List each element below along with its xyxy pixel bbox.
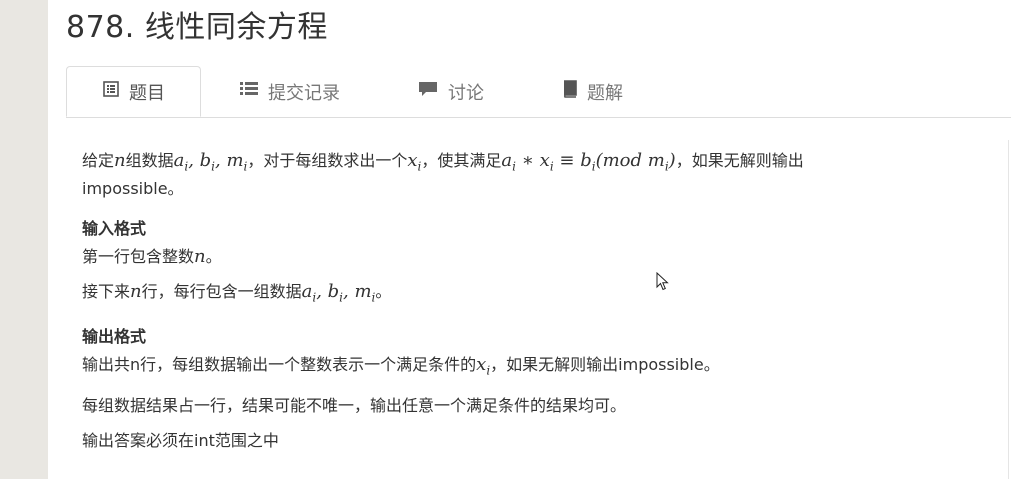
math-abm: ai, bi, mi xyxy=(173,150,248,174)
mouse-cursor-icon xyxy=(656,271,670,296)
math-xi: xi xyxy=(476,354,491,378)
input-heading: 输入格式 xyxy=(82,218,147,238)
intro-text: ，如果无解则输出 xyxy=(675,151,804,170)
math-n: n xyxy=(194,245,206,267)
problem-tabs: 题目 提交记录 讨论 题解 xyxy=(66,66,1011,118)
input-line-2: 接下来n行，每行包含一组数据ai, bi, mi。 xyxy=(82,281,972,309)
input-text: 。 xyxy=(375,281,392,301)
output-line-2: 每组数据结果占一行，结果可能不唯一，输出任意一个满足条件的结果均可。 xyxy=(82,395,627,415)
math-n: n xyxy=(114,150,126,171)
intro-text: ，对于每组数求出一个 xyxy=(247,151,408,170)
intro-text: 组数据 xyxy=(125,151,174,170)
output-text: ，如果无解则输出impossible。 xyxy=(490,355,720,375)
comment-icon xyxy=(418,81,438,102)
book-icon xyxy=(561,80,577,103)
input-text: 接下来 xyxy=(82,281,131,301)
math-n: n xyxy=(130,280,142,302)
list-alt-icon xyxy=(103,81,119,102)
tab-submissions[interactable]: 提交记录 xyxy=(240,66,340,117)
tab-solutions[interactable]: 题解 xyxy=(561,66,623,117)
input-text: 第一行包含整数 xyxy=(82,246,195,266)
problem-statement: 给定n组数据ai, bi, mi，对于每组数求出一个xi，使其满足ai ∗ xi… xyxy=(82,150,972,465)
divider xyxy=(1008,140,1009,479)
input-text: 。 xyxy=(205,246,222,266)
tab-problem-label: 题目 xyxy=(129,82,165,104)
input-line-1: 第一行包含整数n。 xyxy=(82,246,972,268)
intro-paragraph: 给定n组数据ai, bi, mi，对于每组数求出一个xi，使其满足ai ∗ xi… xyxy=(82,150,972,200)
output-text: 输出共n行，每组数据输出一个整数表示一个满足条件的 xyxy=(82,355,477,375)
output-line-1: 输出共n行，每组数据输出一个整数表示一个满足条件的xi，如果无解则输出impos… xyxy=(82,354,972,382)
math-equation: ai ∗ xi ≡ bi(mod mi) xyxy=(501,150,676,174)
intro-text: ，使其满足 xyxy=(421,151,502,170)
tab-solutions-label: 题解 xyxy=(587,82,623,104)
list-icon xyxy=(240,81,258,102)
intro-text: 给定 xyxy=(82,151,115,170)
math-xi: xi xyxy=(407,150,422,174)
tab-problem[interactable]: 题目 xyxy=(66,66,201,117)
tab-discussion[interactable]: 讨论 xyxy=(418,66,484,117)
tab-submissions-label: 提交记录 xyxy=(268,82,340,104)
input-text: 行，每行包含一组数据 xyxy=(141,281,302,301)
output-line-3: 输出答案必须在int范围之中 xyxy=(82,430,279,450)
math-abm: ai, bi, mi xyxy=(301,280,376,305)
output-heading: 输出格式 xyxy=(82,327,147,347)
intro-text-line2: impossible。 xyxy=(82,178,184,198)
page-title: 878. 线性同余方程 xyxy=(66,10,328,45)
tab-discussion-label: 讨论 xyxy=(448,82,484,104)
problem-page: 878. 线性同余方程 题目 提交记录 讨论 题解 给定n组数据ai, bi, … xyxy=(48,0,1011,479)
